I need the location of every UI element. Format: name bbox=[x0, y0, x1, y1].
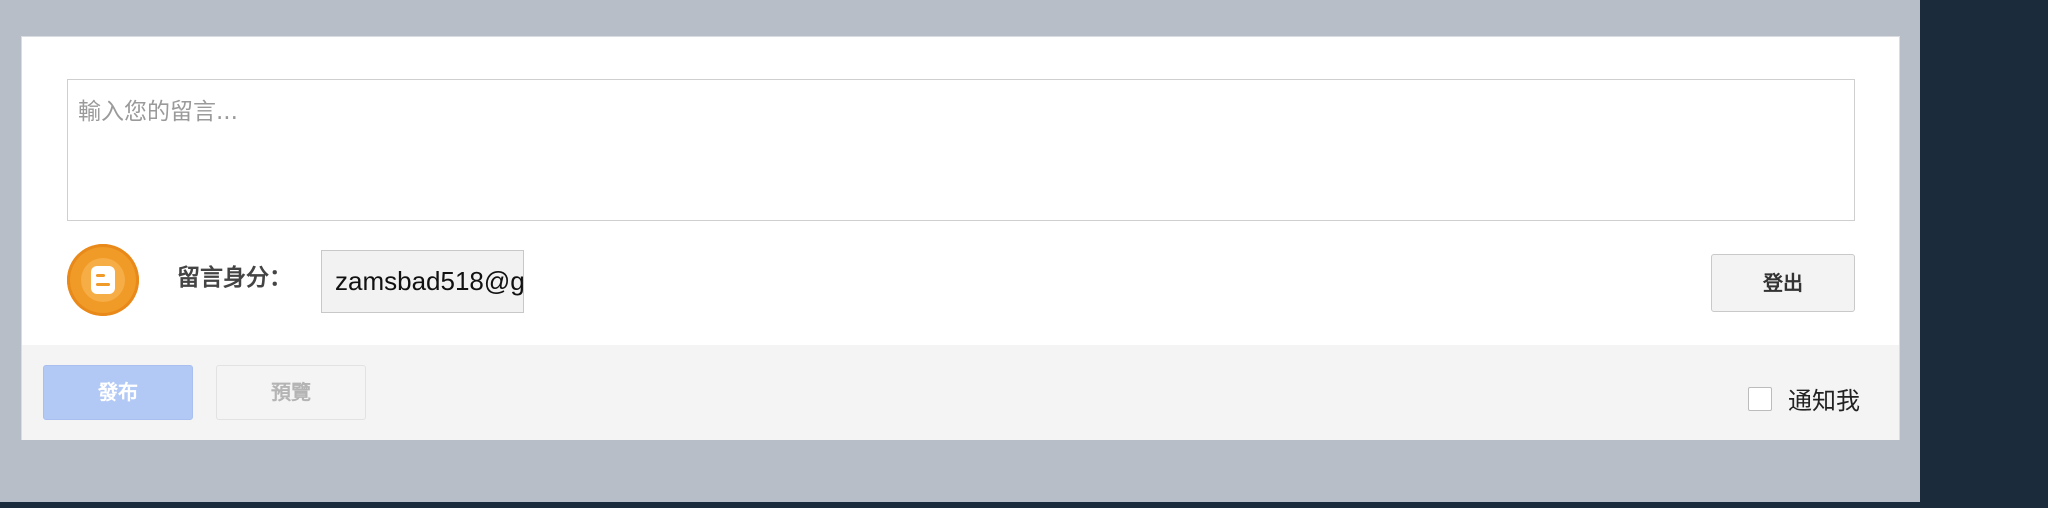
notify-checkbox[interactable] bbox=[1748, 387, 1772, 411]
form-footer-bar: 發布 預覽 通知我 bbox=[22, 345, 1899, 440]
identity-row: 留言身分： zamsbad518@gmail.com 登出 bbox=[67, 244, 1855, 316]
blogger-b-glyph bbox=[91, 266, 115, 294]
notify-label[interactable]: 通知我 bbox=[1788, 383, 1860, 419]
publish-button[interactable]: 發布 bbox=[43, 365, 193, 420]
preview-button[interactable]: 預覽 bbox=[216, 365, 366, 420]
logout-button[interactable]: 登出 bbox=[1711, 254, 1855, 312]
comment-form-card: 留言身分： zamsbad518@gmail.com 登出 發布 預覽 通知我 bbox=[21, 36, 1900, 440]
page-background: 留言身分： zamsbad518@gmail.com 登出 發布 預覽 通知我 bbox=[0, 0, 2048, 508]
dark-bottom-strip bbox=[0, 502, 1920, 508]
blogger-icon bbox=[67, 244, 139, 316]
identity-account-select[interactable]: zamsbad518@gmail.com bbox=[321, 250, 524, 313]
comment-textarea[interactable] bbox=[67, 79, 1855, 221]
identity-label: 留言身分： bbox=[177, 265, 292, 291]
dark-side-panel bbox=[1920, 0, 2048, 508]
